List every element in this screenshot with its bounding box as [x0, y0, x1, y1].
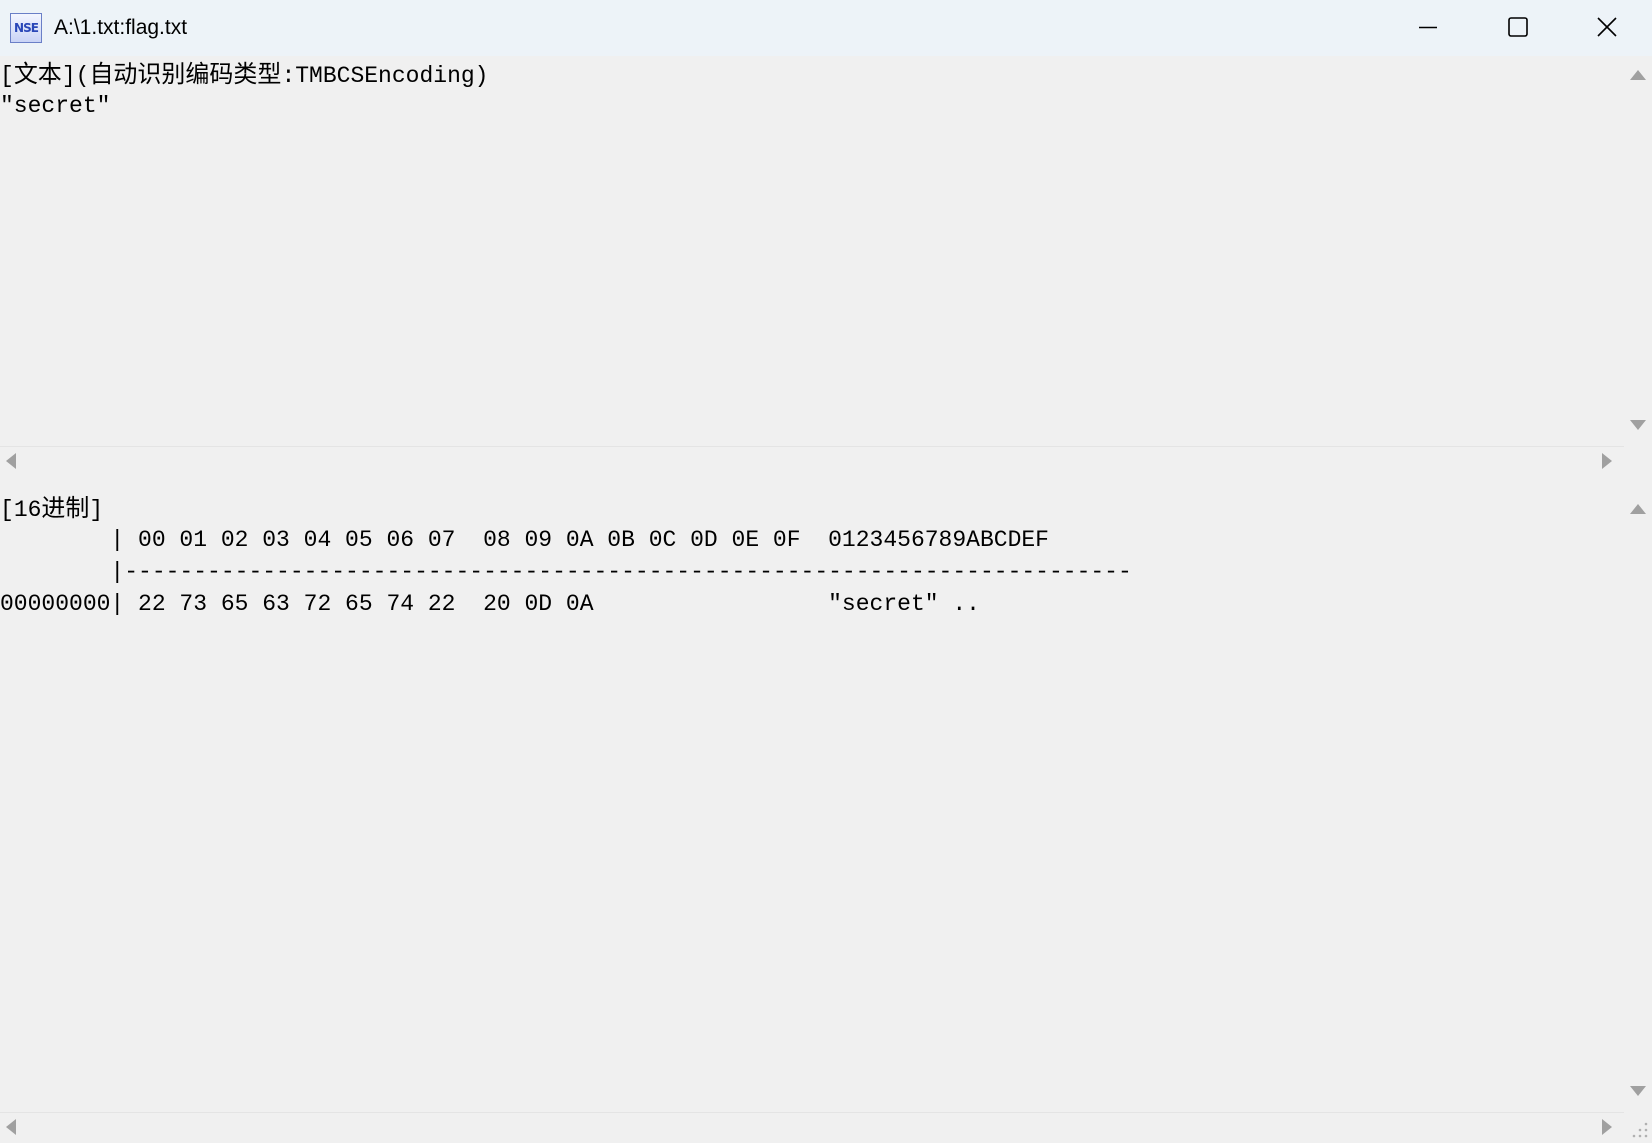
encoding-prefix: ( — [75, 63, 90, 89]
hex-pane[interactable]: [16进制] | 00 01 02 03 04 05 06 07 08 09 0… — [0, 492, 1652, 1112]
text-header-bracket-close: ] — [61, 63, 76, 89]
close-icon — [1597, 17, 1617, 37]
maximize-icon — [1508, 17, 1528, 37]
app-icon[interactable]: NSE — [10, 13, 42, 43]
text-pane[interactable]: [文本](自动识别编码类型:TMBCSEncoding) "secret" — [0, 56, 1652, 444]
window-title: A:\1.txt:flag.txt — [54, 16, 188, 39]
text-pane-header: [文本](自动识别编码类型:TMBCSEncoding) — [0, 58, 488, 92]
text-pane-vertical-scrollbar[interactable] — [1624, 56, 1652, 444]
scroll-up-arrow-icon[interactable] — [1630, 504, 1646, 514]
text-header-bracket-open: [ — [0, 63, 14, 89]
scroll-down-arrow-icon[interactable] — [1630, 420, 1646, 430]
hex-header-bracket-open: [ — [0, 497, 14, 523]
app-icon-text: NSE — [14, 21, 39, 35]
hex-pane-header: [16进制] — [0, 492, 103, 526]
hex-pane-horizontal-scrollbar[interactable] — [0, 1112, 1624, 1143]
title-bar[interactable]: NSE A:\1.txt:flag.txt — [0, 0, 1652, 56]
text-header-label: 文本 — [13, 60, 62, 88]
scroll-up-arrow-icon[interactable] — [1630, 70, 1646, 80]
encoding-value: :TMBCSEncoding) — [281, 63, 489, 89]
hex-viewer-window: NSE A:\1.txt:flag.txt [文本](自动识别编码类型:TMBC… — [0, 0, 1652, 1143]
hex-pane-vertical-scrollbar[interactable] — [1624, 492, 1652, 1112]
resize-grip-icon[interactable] — [1628, 1118, 1650, 1140]
scroll-down-arrow-icon[interactable] — [1630, 1086, 1646, 1096]
hex-column-header: | 00 01 02 03 04 05 06 07 08 09 0A 0B 0C… — [0, 527, 1049, 553]
hex-header-bracket-close: ] — [89, 497, 104, 523]
scroll-left-arrow-icon[interactable] — [6, 453, 16, 469]
hex-separator: |---------------------------------------… — [0, 559, 1132, 585]
minimize-button[interactable] — [1382, 0, 1474, 56]
hex-header-label-num: 16 — [13, 497, 42, 523]
hex-header-label: 进制 — [41, 494, 90, 522]
maximize-button[interactable] — [1472, 0, 1564, 56]
text-content[interactable]: "secret" — [0, 90, 110, 122]
hex-row[interactable]: 00000000| 22 73 65 63 72 65 74 22 20 0D … — [0, 588, 980, 620]
text-pane-horizontal-scrollbar[interactable] — [0, 446, 1624, 477]
scroll-right-arrow-icon[interactable] — [1602, 1119, 1612, 1135]
encoding-label: 自动识别编码类型 — [89, 60, 282, 88]
minimize-icon — [1419, 26, 1437, 29]
scroll-left-arrow-icon[interactable] — [6, 1119, 16, 1135]
scroll-right-arrow-icon[interactable] — [1602, 453, 1612, 469]
close-button[interactable] — [1562, 0, 1652, 56]
